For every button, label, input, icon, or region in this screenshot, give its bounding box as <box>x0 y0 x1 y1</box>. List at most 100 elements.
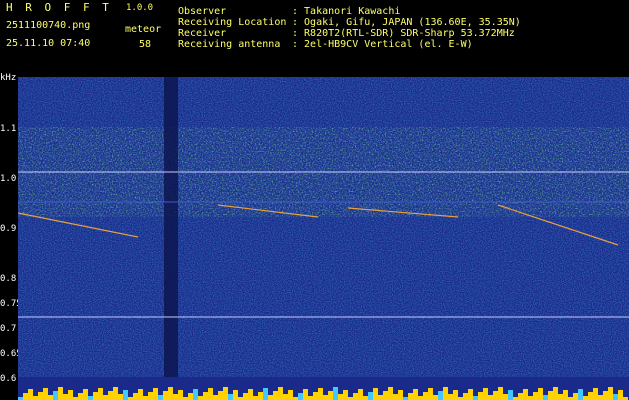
power-bar <box>108 391 113 400</box>
power-bar <box>233 390 238 400</box>
power-bar <box>273 391 278 400</box>
power-bar <box>418 396 423 400</box>
power-bar <box>473 396 478 400</box>
meteor-label: meteor <box>125 24 162 35</box>
power-bar <box>578 389 583 400</box>
power-bar <box>478 392 483 400</box>
info-value: : R820T2(RTL-SDR) SDR-Sharp 53.372MHz <box>292 28 515 39</box>
power-bar <box>558 394 563 400</box>
power-bar <box>168 387 173 400</box>
power-bar <box>33 396 38 400</box>
power-bar <box>43 388 48 400</box>
power-bar <box>353 393 358 400</box>
y-tick-label: 0.9 <box>0 224 17 234</box>
power-bar <box>98 388 103 400</box>
power-bar <box>213 395 218 400</box>
power-bar <box>363 396 368 400</box>
y-tick-label: 1.1 <box>0 124 17 134</box>
power-bar <box>488 395 493 400</box>
meteor-count: 58 <box>139 39 152 50</box>
power-bar <box>528 396 533 400</box>
power-bar <box>373 388 378 400</box>
spectrogram <box>18 77 629 400</box>
power-bar <box>148 392 153 400</box>
power-bar <box>438 391 443 400</box>
info-key: Receiving antenna <box>178 39 281 50</box>
power-bar <box>268 395 273 400</box>
power-bar <box>328 391 333 400</box>
info-row-antenna: Receiving antenna : 2el-HB9CV Vertical (e… <box>178 39 473 50</box>
power-bar <box>453 390 458 400</box>
power-bar <box>318 388 323 400</box>
power-bar <box>368 392 373 400</box>
app-version: 1.0.0 <box>126 3 154 13</box>
y-tick-label: 0.8 <box>0 274 17 284</box>
interference-column <box>164 77 178 377</box>
power-bar <box>358 389 363 400</box>
power-bar <box>573 393 578 400</box>
power-bar <box>393 394 398 400</box>
power-bar <box>118 394 123 400</box>
info-value: : Takanori Kawachi <box>292 6 401 17</box>
info-value: : 2el-HB9CV Vertical (el. E-W) <box>292 39 473 50</box>
power-bar <box>228 394 233 400</box>
power-bar <box>448 394 453 400</box>
spectrum-noise <box>18 77 629 377</box>
power-bar <box>158 395 163 400</box>
power-bar <box>383 391 388 400</box>
file-name: 2511100740.png <box>6 20 91 31</box>
power-bar <box>398 390 403 400</box>
power-bar <box>103 395 108 400</box>
power-bar <box>223 387 228 400</box>
power-bar <box>283 394 288 400</box>
power-bar <box>618 390 623 400</box>
power-bar <box>93 392 98 400</box>
power-bar <box>258 392 263 400</box>
power-bar <box>608 387 613 400</box>
power-bar <box>198 396 203 400</box>
power-bar <box>153 388 158 400</box>
power-bar <box>203 392 208 400</box>
power-bar <box>243 393 248 400</box>
power-bar <box>548 391 553 400</box>
power-bar <box>48 395 53 400</box>
power-bar <box>543 395 548 400</box>
info-row-observer: Observer: Takanori Kawachi <box>178 6 400 17</box>
power-bar <box>138 389 143 400</box>
power-bar <box>123 390 128 400</box>
power-bar <box>563 390 568 400</box>
power-bar <box>408 393 413 400</box>
spectrogram-panel <box>18 77 629 400</box>
power-bar <box>443 387 448 400</box>
power-bar <box>333 387 338 400</box>
power-bar <box>598 395 603 400</box>
power-bar <box>433 395 438 400</box>
power-bar <box>498 387 503 400</box>
power-bar <box>313 392 318 400</box>
power-bar <box>288 390 293 400</box>
power-bar <box>263 388 268 400</box>
power-bar <box>518 393 523 400</box>
power-bar <box>298 393 303 400</box>
power-bar <box>248 389 253 400</box>
y-tick-label: 1.0 <box>0 174 17 184</box>
info-key: Receiver <box>178 28 227 39</box>
power-bar <box>388 387 393 400</box>
power-bar <box>88 396 93 400</box>
power-bar <box>163 391 168 400</box>
power-bar <box>483 388 488 400</box>
power-bar <box>413 389 418 400</box>
app-title: H R O F F T <box>6 1 112 14</box>
power-bar <box>533 392 538 400</box>
power-bar <box>68 390 73 400</box>
power-bar <box>428 388 433 400</box>
power-bar <box>133 393 138 400</box>
power-bar <box>83 389 88 400</box>
power-bar <box>308 396 313 400</box>
power-bar <box>28 389 33 400</box>
power-bar <box>218 391 223 400</box>
power-bar <box>323 395 328 400</box>
power-bar <box>53 391 58 400</box>
power-bar <box>278 387 283 400</box>
power-bar <box>173 394 178 400</box>
